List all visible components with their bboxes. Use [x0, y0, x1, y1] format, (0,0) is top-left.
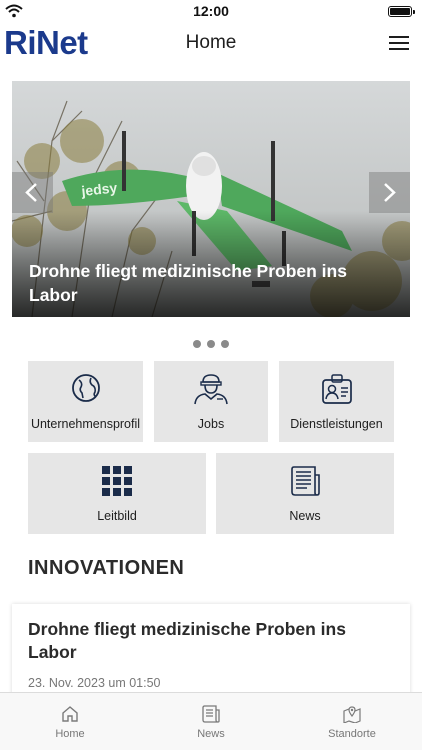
worker-icon [194, 374, 228, 405]
hamburger-menu-icon[interactable] [389, 34, 409, 52]
carousel-dot[interactable] [207, 340, 215, 348]
tab-label: News [197, 728, 225, 740]
tile-jobs[interactable]: Jobs [154, 361, 268, 442]
tile-label: Jobs [197, 417, 225, 431]
newspaper-icon [202, 705, 220, 723]
carousel-caption[interactable]: Drohne fliegt medizinische Proben ins La… [29, 259, 380, 307]
carousel-dot[interactable] [193, 340, 201, 348]
carousel-pagination [0, 335, 422, 353]
tile-news[interactable]: News [216, 453, 394, 534]
tile-label: Dienstleistungen [290, 417, 383, 431]
app-header: RiNet Home [0, 24, 422, 64]
page-title: Home [185, 32, 237, 53]
home-icon [62, 706, 78, 722]
tile-unternehmensprofil[interactable]: Unternehmensprofil [28, 361, 143, 442]
newspaper-icon [291, 466, 320, 496]
bottom-tab-bar: Home News Standorte [0, 692, 422, 750]
carousel-prev-button[interactable] [12, 172, 53, 213]
battery-icon [388, 6, 415, 17]
tab-label: Standorte [328, 728, 376, 740]
chevron-left-icon [25, 183, 37, 202]
chevron-right-icon [384, 183, 396, 202]
news-card[interactable]: Drohne fliegt medizinische Proben ins La… [12, 604, 410, 696]
carousel-next-button[interactable] [369, 172, 410, 213]
tab-standorte[interactable]: Standorte [282, 693, 422, 750]
id-card-icon [321, 374, 352, 404]
status-bar: 12:00 [0, 0, 422, 24]
news-card-title[interactable]: Drohne fliegt medizinische Proben ins La… [28, 618, 390, 664]
status-time: 12:00 [193, 3, 229, 19]
map-pin-icon [343, 706, 361, 723]
tile-label: News [289, 509, 321, 523]
grid-icon [102, 466, 132, 496]
tab-label: Home [55, 728, 85, 740]
tile-label: Leitbild [97, 509, 137, 523]
tab-home[interactable]: Home [0, 693, 140, 750]
news-card-date: 23. Nov. 2023 um 01:50 [28, 676, 161, 690]
tile-leitbild[interactable]: Leitbild [28, 453, 206, 534]
section-title: INNOVATIONEN [28, 557, 185, 579]
news-carousel[interactable]: jedsy Drohne fliegt medizinische Proben … [12, 81, 410, 317]
tile-dienstleistungen[interactable]: Dienstleistungen [279, 361, 394, 442]
tile-label: Unternehmensprofil [30, 417, 141, 431]
globe-icon [71, 374, 100, 402]
tab-news[interactable]: News [141, 693, 281, 750]
carousel-dot[interactable] [221, 340, 229, 348]
